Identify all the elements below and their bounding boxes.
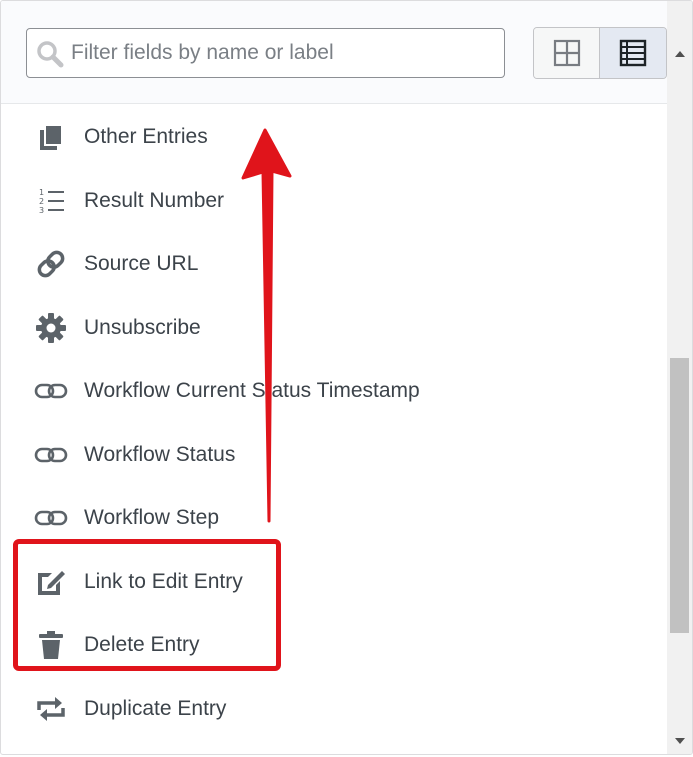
field-item-duplicate-entry[interactable]: Duplicate Entry [1, 679, 667, 739]
field-item-unsubscribe[interactable]: Unsubscribe [1, 298, 667, 358]
copy-icon [34, 120, 68, 154]
vertical-scrollbar[interactable] [667, 1, 692, 754]
fields-picker-panel: Other Entries 1 2 3 Result Number [0, 0, 693, 755]
gear-icon [34, 311, 68, 345]
field-item-delete-entry[interactable]: Delete Entry [1, 615, 667, 675]
field-item-label: Unsubscribe [84, 316, 201, 339]
field-item-label: Source URL [84, 252, 199, 275]
edit-icon [34, 565, 68, 599]
field-item-result-number[interactable]: 1 2 3 Result Number [1, 171, 667, 231]
grid-view-button[interactable] [534, 28, 600, 78]
field-item-label: Workflow Step [84, 506, 219, 529]
field-list: Other Entries 1 2 3 Result Number Source… [1, 104, 667, 754]
field-item-label: Duplicate Entry [84, 697, 227, 720]
field-item-link-to-edit-entry[interactable]: Link to Edit Entry [1, 552, 667, 612]
field-item-label: Workflow Current Status Timestamp [84, 379, 420, 402]
field-item-workflow-step[interactable]: Workflow Step [1, 488, 667, 548]
field-item-label: Delete Entry [84, 633, 200, 656]
field-item-source-url[interactable]: Source URL [1, 234, 667, 294]
field-item-workflow-current-status-timestamp[interactable]: Workflow Current Status Timestamp [1, 361, 667, 421]
search-icon [37, 41, 64, 68]
picker-header [1, 1, 667, 104]
field-item-label: Workflow Status [84, 443, 236, 466]
ordered-list-icon: 1 2 3 [34, 184, 68, 218]
field-item-other-entries[interactable]: Other Entries [1, 107, 667, 167]
chain-icon [34, 501, 68, 535]
svg-text:3: 3 [39, 206, 44, 215]
svg-text:1: 1 [39, 188, 44, 197]
view-toggle [533, 27, 667, 79]
scroll-up-icon[interactable] [667, 44, 692, 64]
field-item-label: Other Entries [84, 125, 208, 148]
chain-icon [34, 374, 68, 408]
chain-icon [34, 438, 68, 472]
scroll-down-icon[interactable] [667, 731, 692, 751]
field-item-label: Result Number [84, 189, 225, 212]
field-item-workflow-status[interactable]: Workflow Status [1, 425, 667, 485]
svg-text:2: 2 [39, 197, 44, 206]
search-box[interactable] [26, 28, 505, 78]
scrollbar-thumb[interactable] [670, 358, 689, 633]
list-icon [619, 39, 647, 67]
list-view-button[interactable] [600, 28, 666, 78]
grid-icon [553, 39, 580, 67]
repeat-icon [34, 692, 68, 726]
trash-icon [34, 628, 68, 662]
link-icon [34, 247, 68, 281]
field-item-label: Link to Edit Entry [84, 570, 243, 593]
search-input[interactable] [71, 29, 496, 77]
